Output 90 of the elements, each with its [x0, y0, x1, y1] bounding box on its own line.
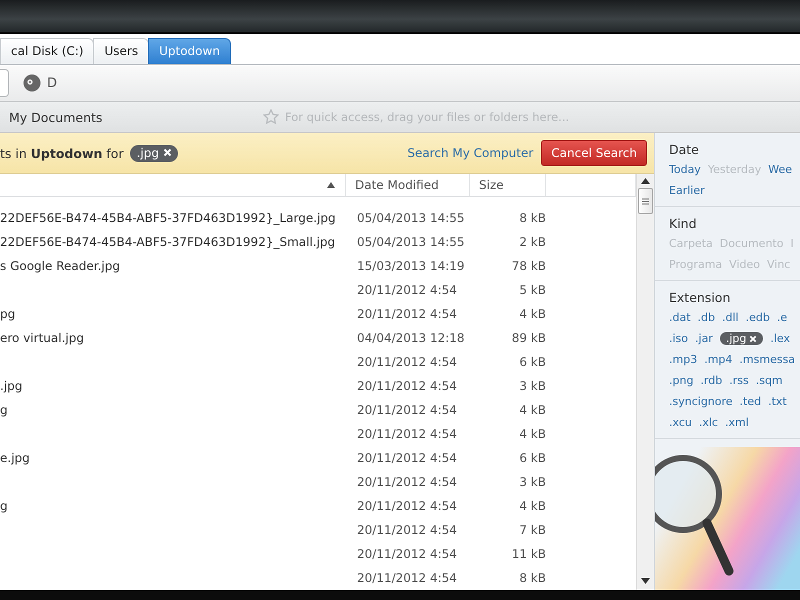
filter-option[interactable]: .xml [724, 416, 749, 429]
file-size: 4 kB [518, 403, 546, 417]
file-name: pg [0, 307, 16, 321]
filter-option[interactable]: .jar [695, 332, 713, 345]
file-size: 6 kB [518, 451, 546, 465]
file-name: g [0, 499, 9, 513]
device-tile[interactable] [0, 69, 9, 97]
filter-option[interactable]: .sqm [756, 374, 783, 387]
date-modified: 20/11/2012 4:54 [356, 451, 458, 465]
cancel-search-button[interactable]: Cancel Search [541, 140, 647, 166]
file-size: 3 kB [518, 475, 546, 489]
file-name: e.jpg [0, 451, 31, 465]
filter-option[interactable]: .dat [669, 311, 691, 324]
file-name: 22DEF56E-B474-45B4-ABF5-37FD463D1992}_Small.jpg [0, 235, 336, 249]
file-size: 8 kB [518, 571, 546, 585]
date-modified: 20/11/2012 4:54 [356, 547, 458, 561]
date-modified: 20/11/2012 4:54 [356, 499, 458, 513]
filter-option[interactable]: .txt [768, 395, 787, 408]
filter-heading: Kind [669, 216, 698, 231]
filter-option[interactable]: .e [776, 311, 788, 324]
scrollbar[interactable] [636, 174, 654, 590]
filter-option[interactable]: .png [669, 374, 694, 387]
search-summary: ts in Uptodown for [0, 146, 124, 160]
file-name: ero virtual.jpg [0, 331, 85, 345]
scroll-thumb[interactable] [638, 188, 653, 214]
filter-option[interactable]: .xlc [698, 416, 718, 429]
drive-label[interactable]: D [47, 76, 58, 90]
file-size: 4 kB [518, 427, 546, 441]
filter-option[interactable]: Today [669, 163, 701, 176]
filter-option[interactable]: .rss [729, 374, 749, 387]
date-modified: 20/11/2012 4:54 [356, 571, 458, 585]
filter-option[interactable]: .iso [669, 332, 688, 345]
filter-option[interactable]: .ted [740, 395, 762, 408]
close-icon[interactable] [749, 334, 758, 342]
file-size: 3 kB [518, 379, 546, 393]
file-name: 22DEF56E-B474-45B4-ABF5-37FD463D1992}_Large.jpg [0, 211, 337, 225]
file-size: 89 kB [510, 331, 546, 345]
filter-option[interactable]: .jpg [720, 332, 764, 345]
filter-option[interactable]: .lex [770, 332, 790, 345]
date-modified: 20/11/2012 4:54 [356, 307, 458, 321]
filter-heading: Extension [669, 290, 732, 305]
filter-option[interactable]: .xcu [669, 416, 692, 429]
filter-option[interactable]: .mp4 [704, 353, 732, 366]
date-modified: 20/11/2012 4:54 [356, 403, 458, 417]
file-name: s Google Reader.jpg [0, 259, 121, 273]
sort-arrow-icon[interactable] [326, 181, 336, 189]
filter-option[interactable]: .dll [722, 311, 739, 324]
file-size: 11 kB [510, 547, 546, 561]
file-size: 8 kB [518, 211, 546, 225]
date-modified: 20/11/2012 4:54 [356, 427, 458, 441]
file-size: 6 kB [518, 355, 546, 369]
filter-option[interactable]: .edb [746, 311, 770, 324]
file-size: 7 kB [518, 523, 546, 537]
filter-option[interactable]: .rdb [700, 374, 722, 387]
breadcrumb-tab[interactable]: Users [93, 38, 150, 64]
date-modified: 04/04/2013 12:18 [356, 331, 466, 345]
column-header[interactable]: Size [479, 178, 504, 192]
date-modified: 05/04/2013 14:55 [356, 235, 466, 249]
search-computer-link[interactable]: Search My Computer [407, 146, 534, 160]
column-header[interactable]: Date Modified [355, 178, 439, 192]
file-size: 4 kB [518, 307, 546, 321]
file-name: g [0, 403, 9, 417]
filter-option[interactable]: .msmessa [739, 353, 796, 366]
date-modified: 20/11/2012 4:54 [356, 523, 458, 537]
scroll-down-icon[interactable] [641, 578, 650, 584]
breadcrumb-tab[interactable]: Uptodown [148, 38, 231, 64]
close-icon[interactable] [162, 148, 172, 157]
date-modified: 15/03/2013 14:19 [356, 259, 466, 273]
scroll-up-icon[interactable] [641, 178, 650, 184]
date-modified: 20/11/2012 4:54 [356, 355, 458, 369]
query-chip[interactable]: .jpg [130, 144, 178, 162]
filter-option[interactable]: .syncignore [669, 395, 733, 408]
favorite-item[interactable]: My Documents [0, 110, 263, 124]
filter-option[interactable]: Wee [768, 163, 792, 176]
file-size: 2 kB [518, 235, 546, 249]
filter-option[interactable]: Earlier [669, 184, 705, 197]
date-modified: 05/04/2013 14:55 [356, 211, 466, 225]
file-name: .jpg [0, 379, 24, 393]
star-icon [263, 109, 279, 125]
breadcrumb-tab[interactable]: cal Disk (C:) [0, 38, 94, 64]
date-modified: 20/11/2012 4:54 [356, 283, 458, 297]
file-size: 5 kB [518, 283, 546, 297]
file-size: 4 kB [518, 499, 546, 513]
file-size: 78 kB [510, 259, 546, 273]
filter-heading: Date [669, 142, 700, 157]
filter-option[interactable]: .mp3 [669, 353, 698, 366]
disc-icon[interactable] [23, 74, 41, 92]
date-modified: 20/11/2012 4:54 [356, 379, 458, 393]
filter-option[interactable]: .db [698, 311, 716, 324]
date-modified: 20/11/2012 4:54 [356, 475, 458, 489]
